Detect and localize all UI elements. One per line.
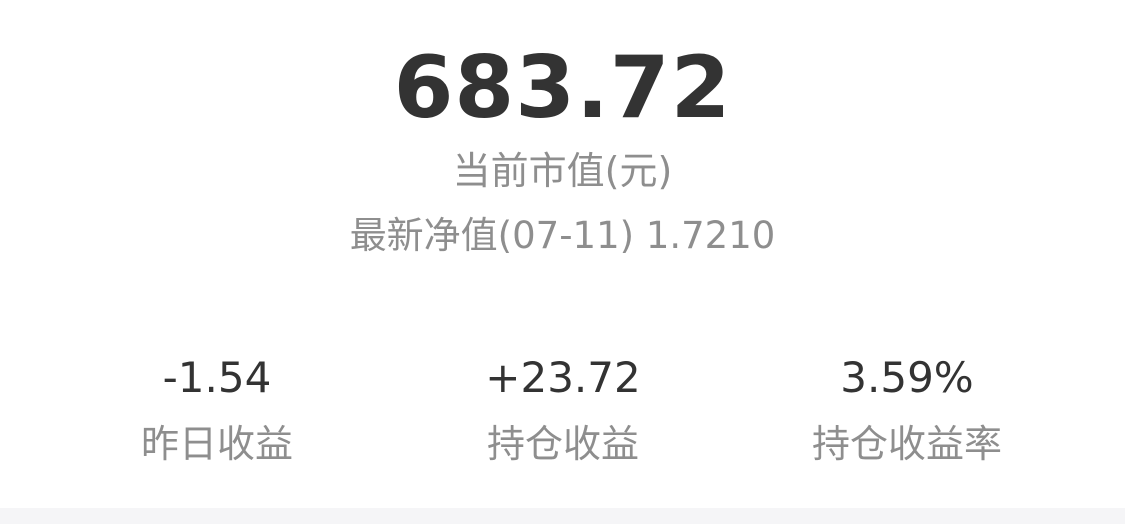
current-market-value: 683.72 [393, 38, 732, 138]
latest-nav-label: 最新净值(07-11) [349, 214, 635, 257]
holding-stats: -1.54 昨日收益 +23.72 持仓收益 3.59% 持仓收益率 [0, 350, 1125, 480]
latest-nav-row: 最新净值(07-11) 1.7210 [0, 212, 1125, 260]
stat-value: -1.54 [162, 353, 272, 402]
stat-label: 昨日收益 [140, 422, 293, 466]
stat-holding-earnings: +23.72 持仓收益 [413, 350, 713, 470]
stat-value: +23.72 [485, 353, 641, 402]
section-divider [0, 508, 1125, 524]
current-market-value-label: 当前市值(元) [452, 149, 673, 193]
stat-yesterday-earnings: -1.54 昨日收益 [67, 350, 367, 470]
fund-holding-summary: 683.72 当前市值(元) 最新净值(07-11) 1.7210 -1.54 … [0, 0, 1125, 524]
stat-holding-return-rate: 3.59% 持仓收益率 [757, 350, 1057, 470]
latest-nav-value: 1.7210 [645, 214, 776, 257]
stat-label: 持仓收益 [486, 422, 639, 466]
stat-label: 持仓收益率 [811, 422, 1002, 466]
stat-value: 3.59% [840, 353, 974, 402]
